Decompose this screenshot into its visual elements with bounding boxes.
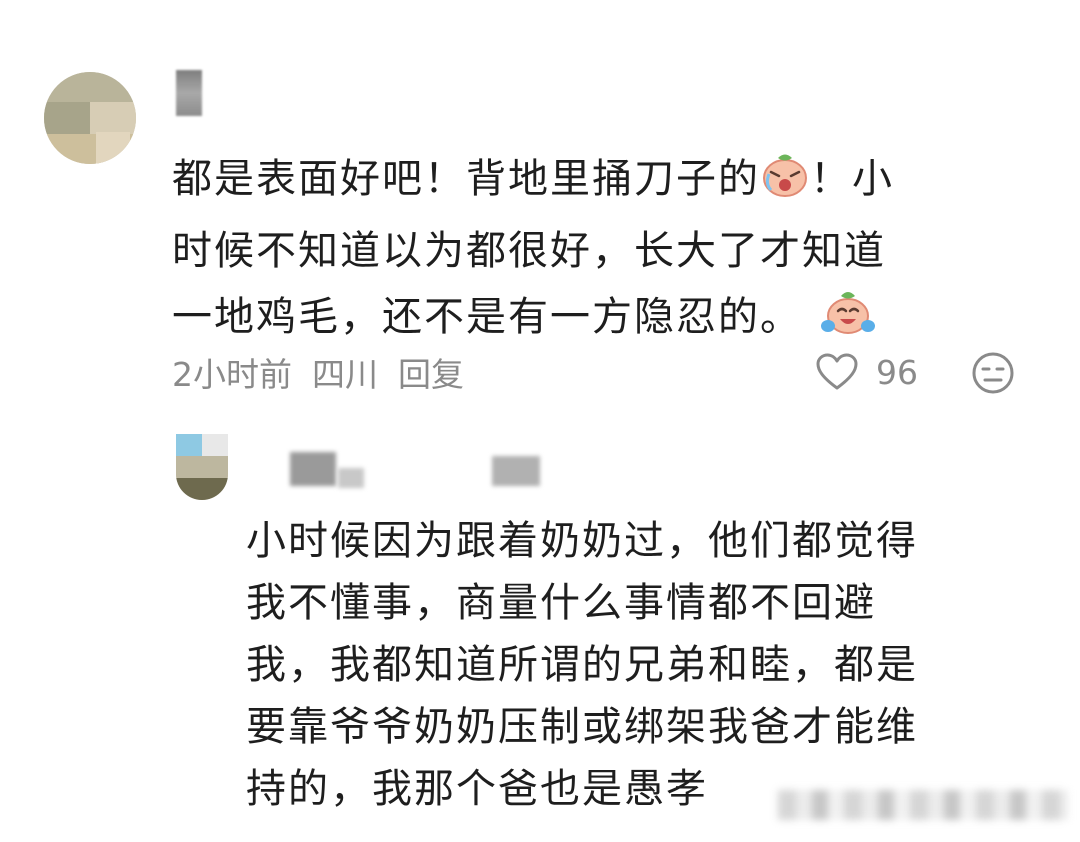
dislike-button[interactable] [970,350,1016,400]
avatar-mosaic-block [176,456,228,478]
avatar-mosaic-block [44,102,90,134]
reply-line: 小时候因为跟着奶奶过，他们都觉得 [246,518,918,564]
avatar-mosaic-block [176,434,202,456]
crying-emoji-icon [760,150,810,218]
comment-text-segment: 都是表面好吧！背地里捅刀子的 [172,156,760,202]
reply-line: 我不懂事，商量什么事情都不回避 [246,580,876,626]
comment-location: 四川 [312,355,378,394]
replier-name-redacted [492,456,540,486]
replier-name-redacted[interactable] [290,452,336,486]
laughing-tears-emoji-icon [820,286,876,356]
commenter-avatar[interactable] [44,72,136,164]
avatar-mosaic-block [96,132,130,164]
commenter-name-redacted[interactable] [176,70,202,116]
reply-body: 小时候因为跟着奶奶过，他们都觉得 我不懂事，商量什么事情都不回避 我，我都知道所… [246,510,1046,820]
like-count: 96 [876,352,918,392]
reply-line: 我，我都知道所谓的兄弟和睦，都是 [246,642,918,688]
neutral-face-icon [972,352,1014,394]
comment-text-segment: ！小 [810,156,894,202]
avatar-mosaic-block [90,102,136,134]
replier-avatar[interactable] [176,434,228,500]
reply-button[interactable]: 回复 [398,348,464,396]
comment-text-segment: 一地鸡毛，还不是有一方隐忍的。 [172,294,802,340]
replier-name-redacted [338,468,364,488]
avatar-mosaic-block [176,478,228,500]
reply-line: 要靠爷爷奶奶压制或绑架我爸才能维 [246,704,918,750]
heart-outline-icon [816,353,858,390]
comment-line: 都是表面好吧！背地里捅刀子的 ！小 [172,146,1032,218]
redacted-text-blur [778,790,1068,820]
comment-line: 时候不知道以为都很好，长大了才知道 [172,228,886,274]
avatar-mosaic-block [44,72,136,102]
like-button[interactable]: 96 [816,350,918,394]
comment-meta-row: 2小时前 四川 回复 [172,350,484,394]
comment-line: 一地鸡毛，还不是有一方隐忍的。 [172,284,1032,356]
comment-body: 都是表面好吧！背地里捅刀子的 ！小 时候不知道以为都很好，长大了才知道 一地鸡毛… [172,146,1032,356]
avatar-mosaic-block [202,434,228,456]
comment-time: 2小时前 [172,355,292,394]
